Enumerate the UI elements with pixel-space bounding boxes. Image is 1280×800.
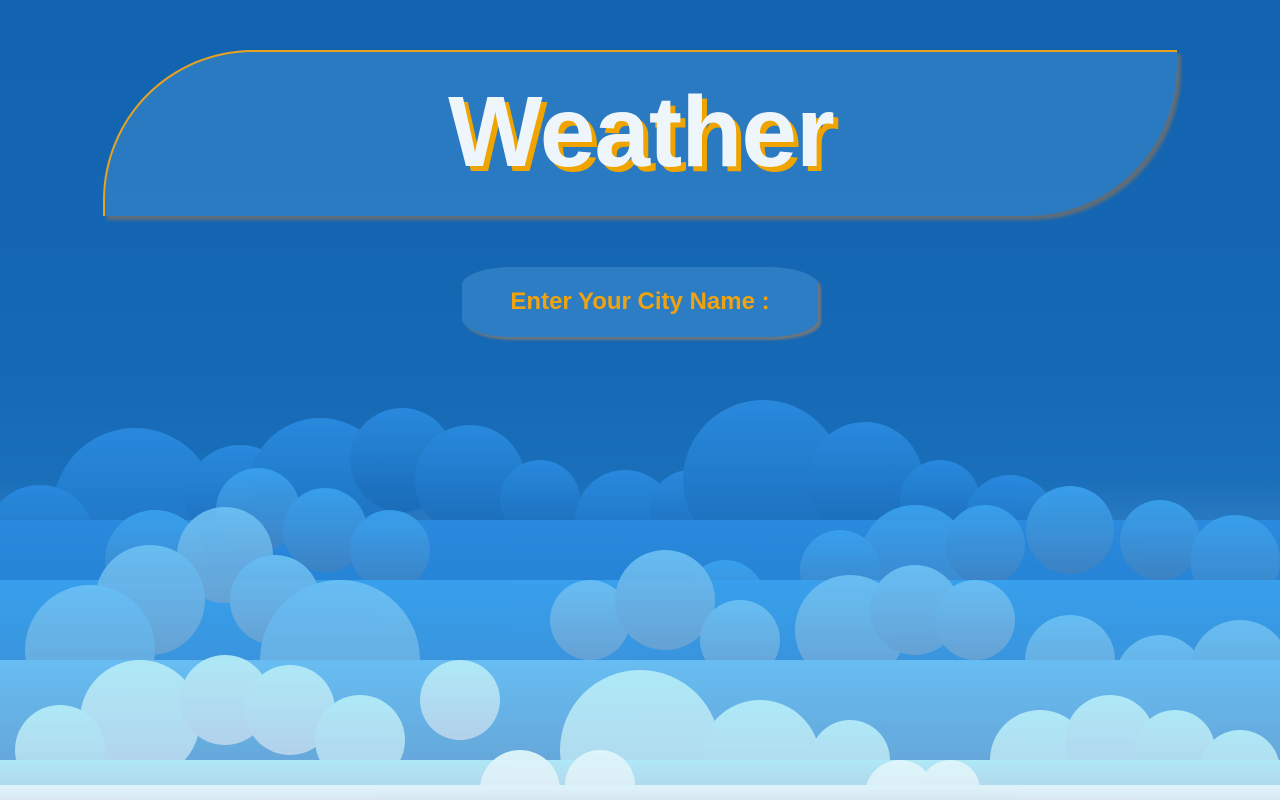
city-input-placeholder: Enter Your City Name : (510, 288, 770, 315)
page-title: Weather (448, 76, 835, 188)
city-name-input[interactable]: Enter Your City Name : (462, 267, 818, 337)
title-banner: Weather (103, 50, 1177, 216)
